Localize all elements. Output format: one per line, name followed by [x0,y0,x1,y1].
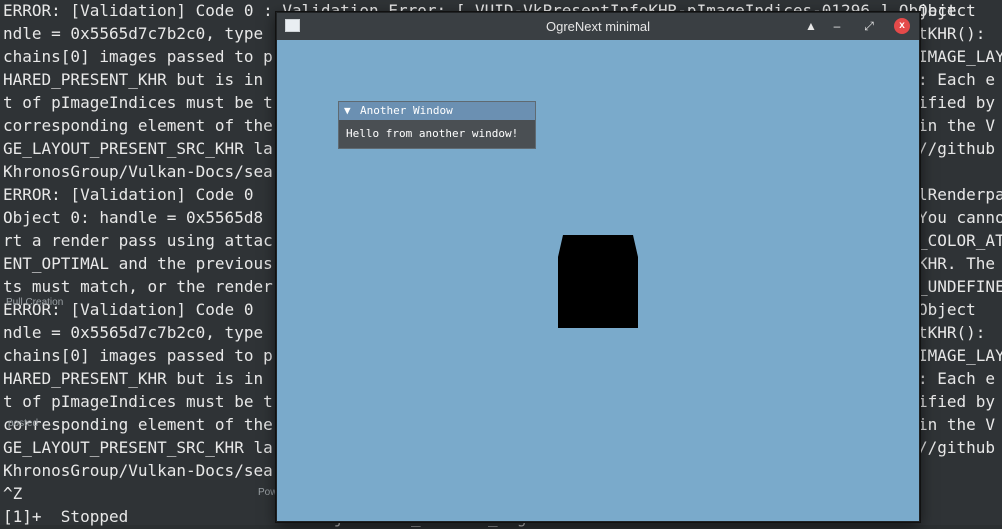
terminal-line: ERROR: [Validation] Code 0 [3,185,254,204]
terminal-line-right: : Each e [918,369,996,388]
terminal-line: chains[0] images passed to p [3,47,273,66]
window-title: OgreNext minimal [545,19,651,34]
terminal-line: ndle = 0x5565d7c7b2c0, type [3,323,264,342]
close-button[interactable]: x [894,18,910,34]
terminal-line: t of pImageIndices must be t [3,93,273,112]
faint-label: Pow [258,487,278,498]
terminal-line: Object 0: handle = 0x5565d8 [3,208,264,227]
imgui-text: Hello from another window! [346,127,519,140]
terminal-line: KhronosGroup/Vulkan-Docs/sea [3,162,273,181]
rendered-black-object [558,235,638,328]
terminal-line: corresponding element of the [3,116,273,135]
terminal-line: KhronosGroup/Vulkan-Docs/sea [3,461,273,480]
terminal-line: ndle = 0x5565d7c7b2c0, type [3,24,264,43]
keep-above-button[interactable]: ▲ [803,18,819,34]
terminal-line: chains[0] images passed to p [3,346,273,365]
terminal-line-right: tKHR(): [918,24,986,43]
terminal-line-right: KHR. The [918,254,996,273]
terminal-line-right: : Each e [918,70,996,89]
maximize-button[interactable]: ⤢ [861,18,877,34]
minimize-button[interactable]: – [829,18,845,34]
terminal-line: corresponding element of the [3,415,273,434]
terminal-line-right: lRenderpa [918,185,1002,204]
terminal-line: rt a render pass using attac [3,231,273,250]
terminal-line: GE_LAYOUT_PRESENT_SRC_KHR la [3,139,273,158]
terminal-line: HARED_PRESENT_KHR but is in [3,70,264,89]
terminal-line-right: in the V [918,116,996,135]
collapse-arrow-icon[interactable]: ▼ [344,104,351,117]
terminal-line-right: IMAGE_LAY [918,47,1002,66]
terminal-line-right: IMAGE_LAY [918,346,1002,365]
window-titlebar[interactable]: OgreNext minimal ▲ – ⤢ x [277,13,919,40]
terminal-line-right: _COLOR_AT [918,231,1002,250]
terminal-line-right: in the V [918,415,996,434]
terminal-line-right: Object [918,300,976,319]
terminal-line: ENT_OPTIMAL and the previous [3,254,273,273]
imgui-window-title: Another Window [360,104,453,117]
terminal-line-right: tKHR(): [918,323,986,342]
faint-label: posted [8,418,39,429]
render-viewport[interactable]: ▼ Another Window Hello from another wind… [277,40,919,521]
terminal-line-right: _UNDEFINE [918,277,1002,296]
terminal-line-right: ified by [918,93,996,112]
terminal-line-right: You canno [918,208,1002,227]
ogre-window[interactable]: OgreNext minimal ▲ – ⤢ x ▼ Another Windo… [276,12,920,522]
terminal-line-right: ified by [918,392,996,411]
terminal-line-right: Object [918,1,976,20]
terminal-line: HARED_PRESENT_KHR but is in [3,369,264,388]
terminal-line: GE_LAYOUT_PRESENT_SRC_KHR la [3,438,273,457]
terminal-line-right: //github [918,438,996,457]
terminal-line: t of pImageIndices must be t [3,392,273,411]
imgui-window[interactable]: ▼ Another Window Hello from another wind… [338,101,536,149]
faint-label: Pull Creation [6,297,64,308]
terminal-line: ^Z [3,484,23,503]
terminal-line-right: //github [918,139,996,158]
imgui-titlebar[interactable]: ▼ Another Window [339,102,535,120]
